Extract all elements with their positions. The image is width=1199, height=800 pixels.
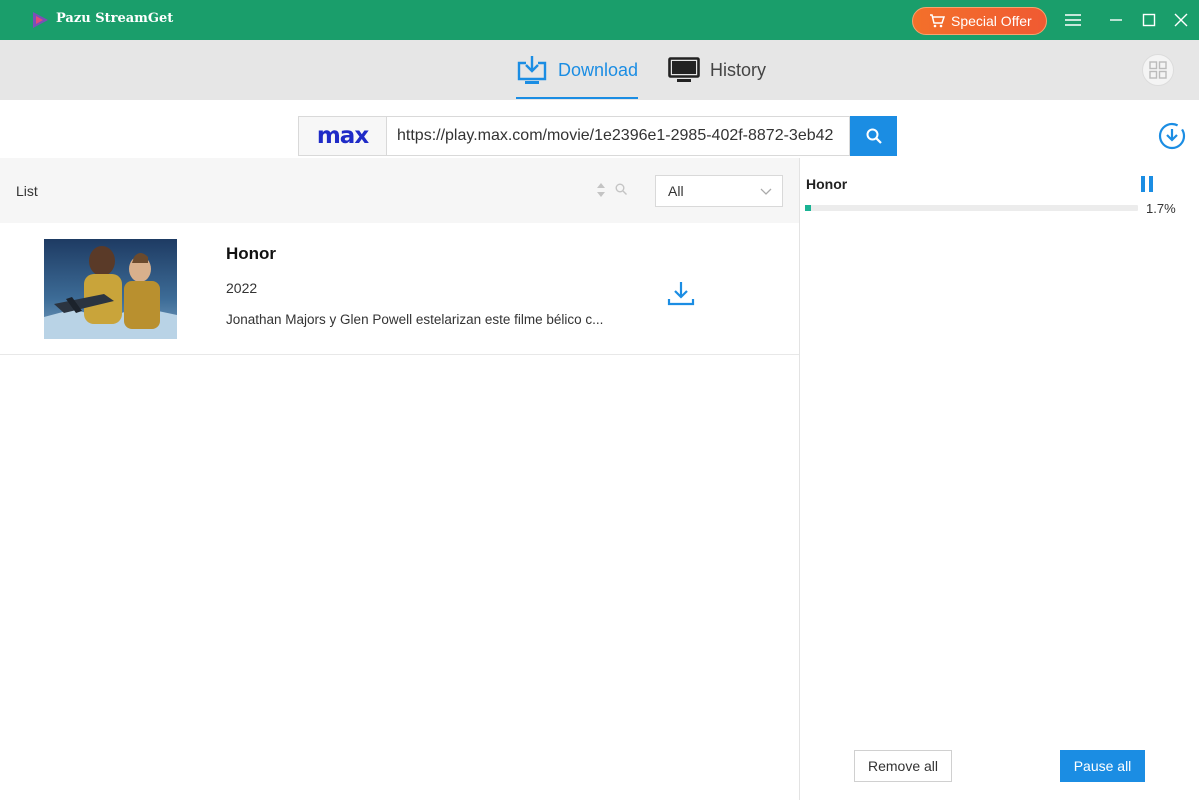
search-button[interactable] xyxy=(850,116,897,156)
menu-icon xyxy=(1065,14,1081,26)
title-bar: Pazu StreamGet Special Offer xyxy=(0,0,1199,40)
progress-fill xyxy=(805,205,811,211)
download-circle-icon[interactable] xyxy=(1158,122,1186,150)
remove-all-button[interactable]: Remove all xyxy=(854,750,952,782)
download-tab-icon xyxy=(516,55,548,85)
list-label: List xyxy=(16,183,38,199)
special-offer-button[interactable]: Special Offer xyxy=(912,7,1047,35)
tab-download[interactable]: Download xyxy=(516,40,639,100)
pause-all-button[interactable]: Pause all xyxy=(1060,750,1145,782)
download-queue-panel: Honor 1.7% Remove all Pause all xyxy=(799,158,1199,800)
tab-bar: Download History xyxy=(0,40,1199,100)
maximize-button[interactable] xyxy=(1139,10,1159,30)
progress-bar xyxy=(805,205,1138,211)
video-list-panel: List All Honor 2022 Jonathan Majors y Gl… xyxy=(0,158,799,800)
app-title: Pazu StreamGet xyxy=(56,11,174,26)
search-bar: max xyxy=(298,116,897,156)
app-logo-icon xyxy=(33,12,48,28)
progress-percent: 1.7% xyxy=(1146,201,1176,216)
download-icon[interactable] xyxy=(667,279,695,307)
max-logo: max xyxy=(316,123,369,149)
movie-thumbnail xyxy=(44,239,177,339)
close-button[interactable] xyxy=(1171,10,1191,30)
minimize-button[interactable] xyxy=(1106,10,1126,30)
menu-button[interactable] xyxy=(1063,10,1083,30)
tab-history[interactable]: History xyxy=(668,40,766,100)
sort-icon[interactable] xyxy=(596,182,606,198)
movie-year: 2022 xyxy=(226,280,258,296)
pause-bar xyxy=(1149,176,1153,192)
tab-history-label: History xyxy=(710,59,767,80)
filter-dropdown[interactable]: All xyxy=(655,175,783,207)
task-title: Honor xyxy=(806,176,848,192)
movie-title: Honor xyxy=(226,244,277,263)
list-item: Honor 2022 Jonathan Majors y Glen Powell… xyxy=(0,223,799,355)
pause-icon[interactable] xyxy=(1141,176,1157,192)
grid-icon xyxy=(1149,61,1167,79)
source-selector[interactable]: max xyxy=(298,116,386,156)
movie-description: Jonathan Majors y Glen Powell estelariza… xyxy=(226,312,604,327)
chevron-down-icon xyxy=(760,188,772,195)
list-header: List All xyxy=(0,158,799,223)
url-input[interactable] xyxy=(386,116,850,156)
grid-view-button[interactable] xyxy=(1142,54,1174,86)
tab-download-label: Download xyxy=(558,59,639,80)
monitor-icon xyxy=(668,57,700,83)
maximize-icon xyxy=(1142,13,1156,27)
filter-value: All xyxy=(668,183,684,199)
minimize-icon xyxy=(1110,19,1122,21)
list-search-icon[interactable] xyxy=(615,183,627,195)
close-icon xyxy=(1174,13,1188,27)
pause-bar xyxy=(1141,176,1145,192)
search-icon xyxy=(866,128,882,144)
cart-icon xyxy=(930,14,945,28)
special-offer-label: Special Offer xyxy=(951,13,1032,29)
